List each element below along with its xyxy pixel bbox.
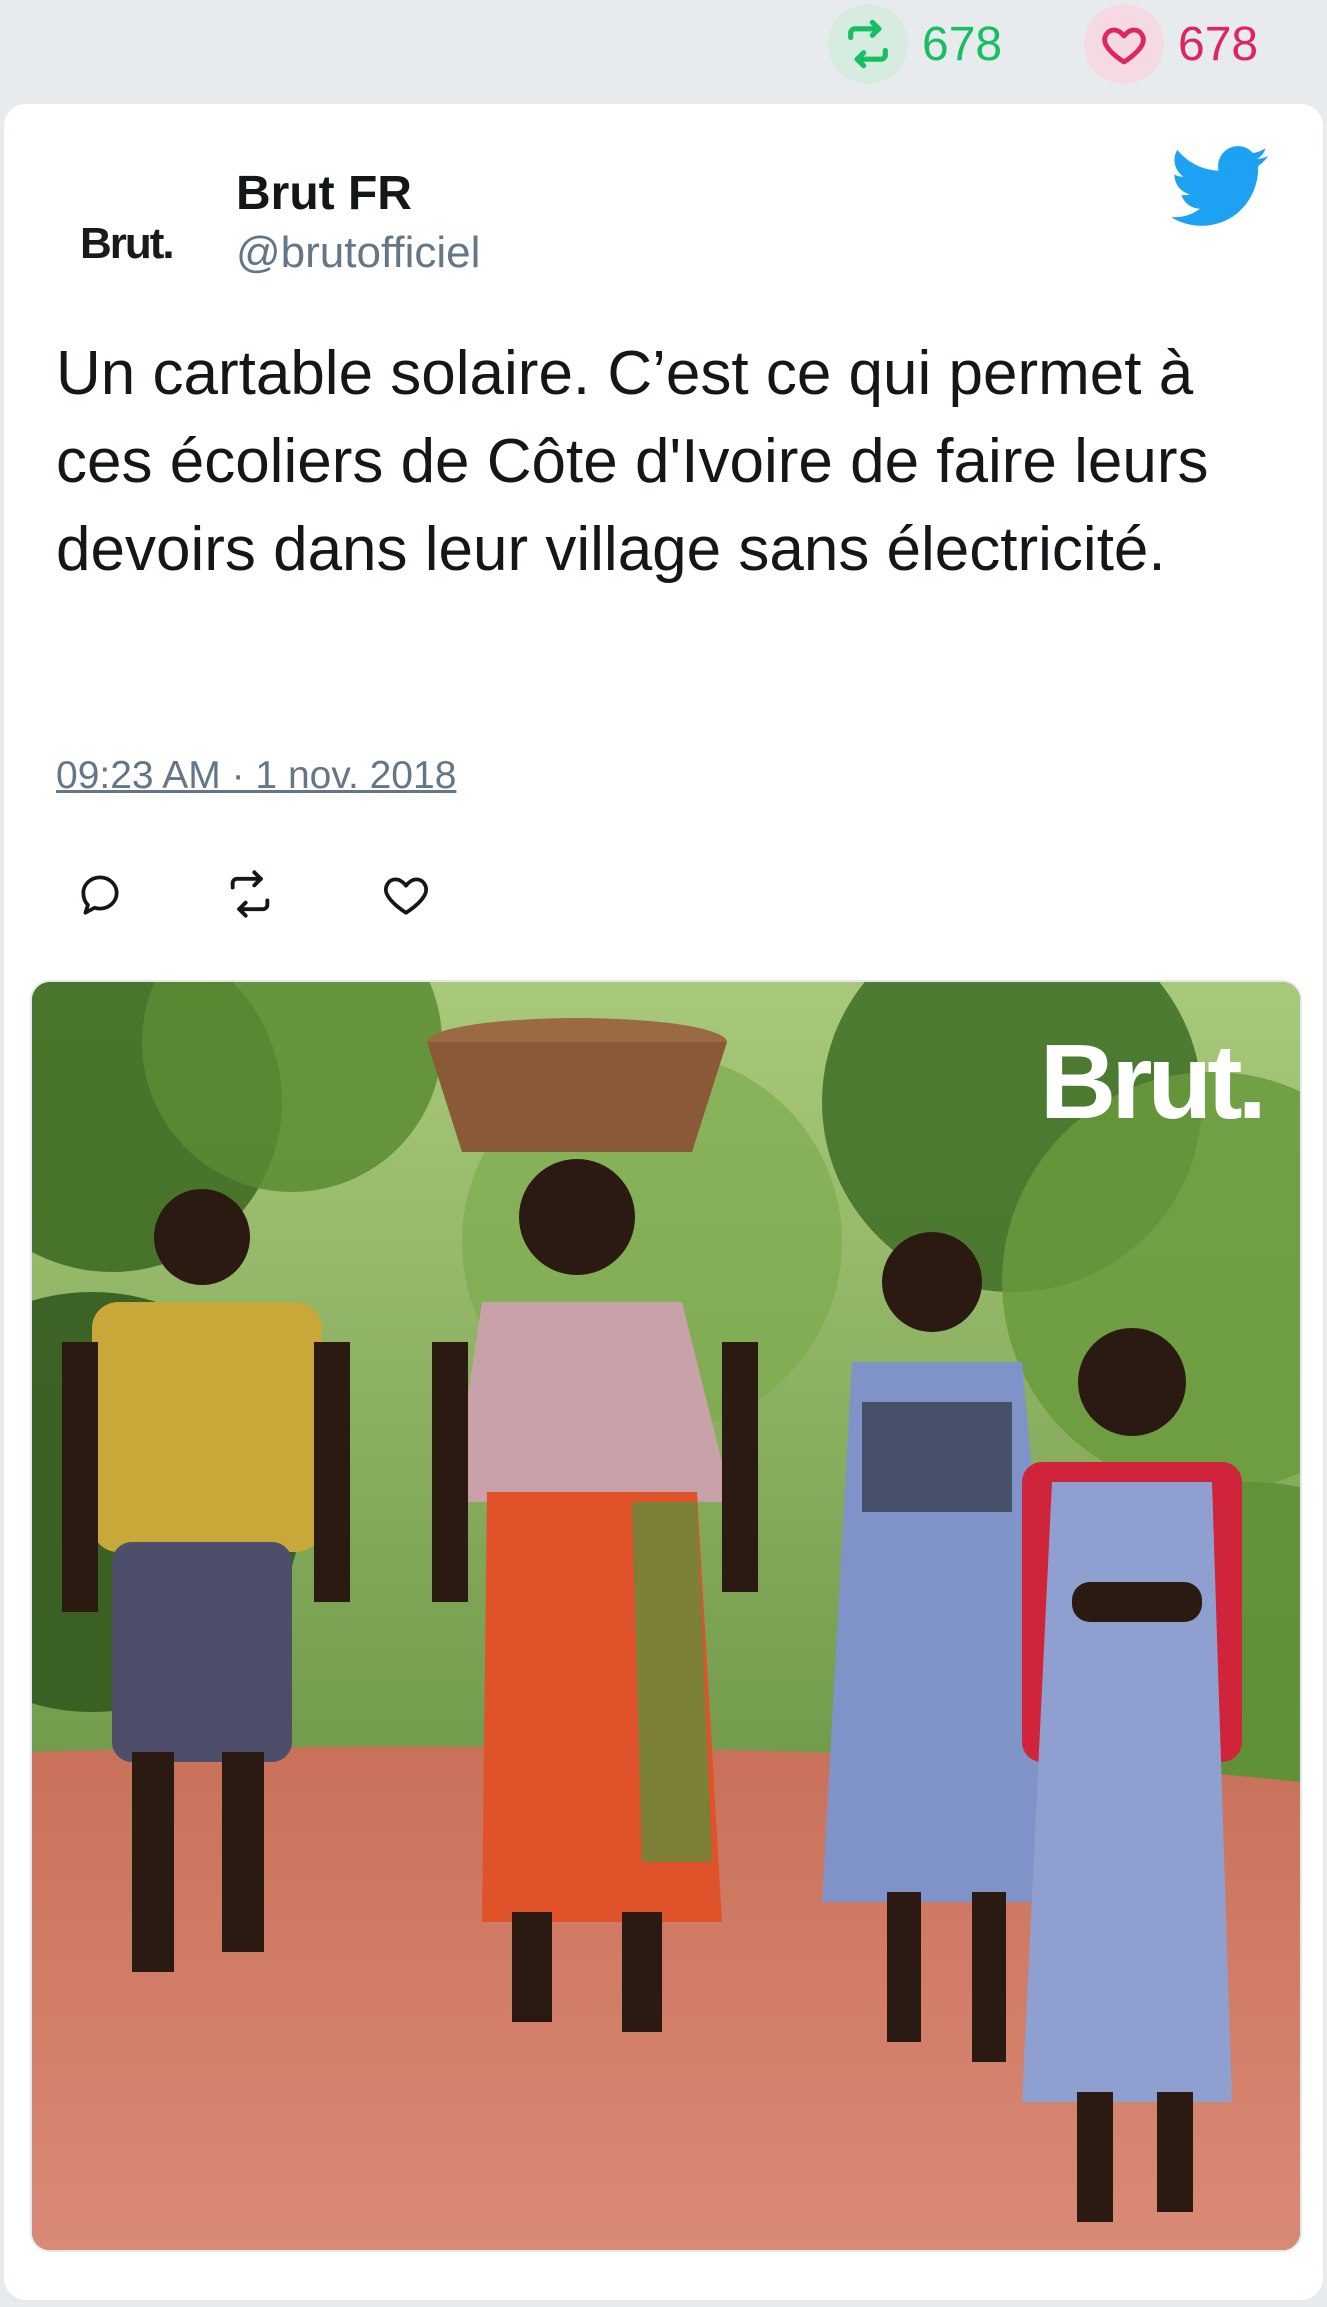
avatar[interactable]: Brut. <box>80 184 210 304</box>
retweet-icon[interactable] <box>828 4 908 84</box>
reply-button[interactable] <box>70 864 130 924</box>
retweet-button[interactable] <box>220 864 280 924</box>
retweet-count: 678 <box>922 17 1003 71</box>
tweet-card[interactable]: Brut. Brut FR @brutofficiel Un cartable … <box>4 104 1323 2300</box>
reply-icon <box>81 875 119 915</box>
retweet-stat[interactable]: 678 <box>828 4 1002 84</box>
media-watermark: Brut. <box>1039 1023 1267 1141</box>
display-name[interactable]: Brut FR <box>236 166 412 221</box>
heart-icon <box>384 877 428 915</box>
photo-scene <box>32 982 1300 2250</box>
tweet-timestamp[interactable]: 09:23 AM · 1 nov. 2018 <box>56 754 456 798</box>
tweet-text: Un cartable solaire. C’est ce qui permet… <box>56 339 1209 584</box>
like-count: 678 <box>1178 17 1259 71</box>
like-button[interactable] <box>376 864 436 924</box>
retweet-icon <box>230 870 270 918</box>
tweet-media-photo[interactable]: Brut. <box>30 980 1302 2252</box>
engagement-bar: 678 678 <box>0 0 1327 98</box>
twitter-bird-icon[interactable] <box>1172 146 1270 228</box>
heart-icon[interactable] <box>1084 4 1164 84</box>
like-stat[interactable]: 678 <box>1084 4 1258 84</box>
user-handle[interactable]: @brutofficiel <box>236 228 480 278</box>
